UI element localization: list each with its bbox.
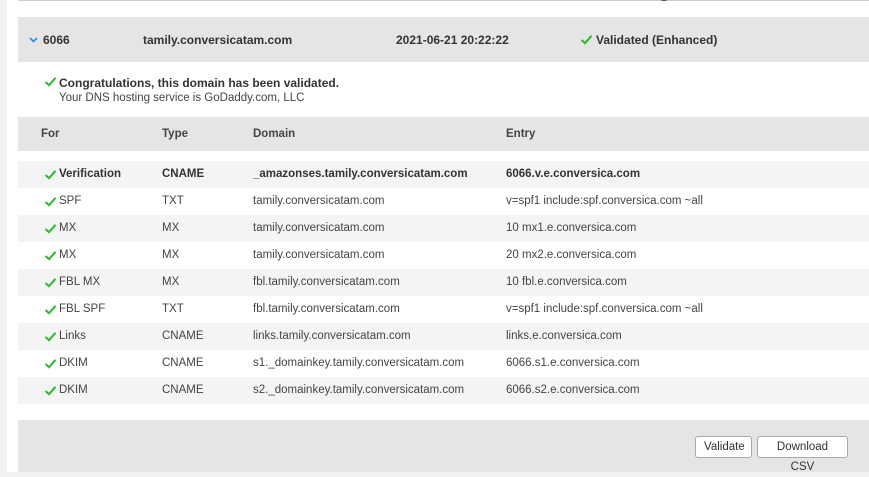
cell-entry: 20 mx2.e.conversica.com bbox=[506, 249, 637, 261]
table-row: Links CNAME links.tamily.conversicatam.c… bbox=[18, 323, 869, 350]
cell-entry: v=spf1 include:spf.conversica.com ~all bbox=[506, 303, 703, 315]
cell-for: FBL MX bbox=[59, 276, 101, 288]
cell-domain: s1._domainkey.tamily.conversicatam.com bbox=[253, 357, 465, 369]
cell-domain: tamily.conversicatam.com bbox=[253, 195, 385, 207]
dns-hosting-info: Your DNS hosting service is GoDaddy.com,… bbox=[59, 92, 305, 104]
table-row: MX MX tamily.conversicatam.com 20 mx2.e.… bbox=[18, 242, 869, 269]
table-row: Verification CNAME _amazonses.tamily.con… bbox=[18, 161, 869, 188]
cell-domain: tamily.conversicatam.com bbox=[253, 249, 385, 261]
cell-type: CNAME bbox=[162, 357, 204, 369]
cell-for: Verification bbox=[59, 168, 121, 180]
cell-for: DKIM bbox=[59, 357, 88, 369]
table-row: FBL MX MX fbl.tamily.conversicatam.com 1… bbox=[18, 269, 869, 296]
cell-for: MX bbox=[59, 249, 77, 261]
cell-entry: 6066.s1.e.conversica.com bbox=[506, 357, 640, 369]
column-header-entry: Entry bbox=[506, 128, 536, 140]
dns-records-table: Verification CNAME _amazonses.tamily.con… bbox=[18, 161, 869, 404]
divider bbox=[18, 0, 869, 1]
cell-type: TXT bbox=[162, 195, 184, 207]
cell-for: FBL SPF bbox=[59, 303, 106, 315]
domain-summary-row[interactable]: 6066 tamily.conversicatam.com 2021-06-21… bbox=[18, 17, 869, 62]
table-row: DKIM CNAME s2._domainkey.tamily.conversi… bbox=[18, 377, 869, 404]
cell-entry: links.e.conversica.com bbox=[506, 330, 622, 342]
cell-type: CNAME bbox=[162, 168, 205, 180]
cell-entry: 6066.s2.e.conversica.com bbox=[506, 384, 640, 396]
check-icon bbox=[44, 386, 57, 396]
cell-domain: s2._domainkey.tamily.conversicatam.com bbox=[253, 384, 465, 396]
cell-domain: fbl.tamily.conversicatam.com bbox=[253, 303, 400, 315]
table-row: FBL SPF TXT fbl.tamily.conversicatam.com… bbox=[18, 296, 869, 323]
table-header: For Type Domain Entry bbox=[18, 117, 869, 151]
cell-domain: tamily.conversicatam.com bbox=[253, 222, 385, 234]
validation-timestamp: 2021-06-21 20:22:22 bbox=[396, 33, 509, 47]
domain-id: 6066 bbox=[43, 33, 70, 47]
cell-for: DKIM bbox=[59, 384, 88, 396]
domain-name: tamily.conversicatam.com bbox=[143, 33, 293, 47]
check-icon bbox=[44, 77, 57, 87]
column-header-domain: Domain bbox=[253, 128, 296, 140]
cell-type: MX bbox=[162, 249, 180, 261]
check-icon bbox=[44, 305, 57, 315]
cell-type: MX bbox=[162, 276, 180, 288]
check-icon bbox=[44, 170, 57, 180]
table-row: SPF TXT tamily.conversicatam.com v=spf1 … bbox=[18, 188, 869, 215]
column-header-type: Type bbox=[162, 128, 188, 140]
page: 6066 tamily.conversicatam.com 2021-06-21… bbox=[7, 0, 869, 473]
success-message: Congratulations, this domain has been va… bbox=[59, 76, 340, 90]
cell-entry: 10 fbl.e.conversica.com bbox=[506, 276, 627, 288]
cell-domain: fbl.tamily.conversicatam.com bbox=[253, 276, 400, 288]
check-icon bbox=[44, 251, 57, 261]
cell-type: CNAME bbox=[162, 384, 204, 396]
download-csv-button[interactable]: Download CSV bbox=[757, 436, 848, 473]
cell-for: SPF bbox=[59, 195, 82, 207]
column-header-for: For bbox=[41, 128, 60, 140]
cell-domain: _amazonses.tamily.conversicatam.com bbox=[253, 168, 468, 180]
cell-domain: links.tamily.conversicatam.com bbox=[253, 330, 411, 342]
validate-button[interactable]: Validate bbox=[695, 436, 752, 458]
cell-for: Links bbox=[59, 330, 86, 342]
chevron-down-icon[interactable] bbox=[28, 34, 39, 45]
cell-entry: v=spf1 include:spf.conversica.com ~all bbox=[506, 195, 703, 207]
table-row: DKIM CNAME s1._domainkey.tamily.conversi… bbox=[18, 350, 869, 377]
cell-type: TXT bbox=[162, 303, 184, 315]
check-icon bbox=[44, 278, 57, 288]
cell-type: CNAME bbox=[162, 330, 204, 342]
check-icon bbox=[44, 197, 57, 207]
cell-type: MX bbox=[162, 222, 180, 234]
check-icon bbox=[44, 359, 57, 369]
check-icon bbox=[580, 35, 593, 45]
cell-for: MX bbox=[59, 222, 77, 234]
status-badge: Validated (Enhanced) bbox=[596, 33, 718, 47]
check-icon bbox=[44, 332, 57, 342]
cell-entry: 10 mx1.e.conversica.com bbox=[506, 222, 637, 234]
cell-entry: 6066.v.e.conversica.com bbox=[506, 168, 641, 180]
table-row: MX MX tamily.conversicatam.com 10 mx1.e.… bbox=[18, 215, 869, 242]
check-icon bbox=[44, 224, 57, 234]
action-bar: Validate Download CSV bbox=[18, 420, 869, 473]
